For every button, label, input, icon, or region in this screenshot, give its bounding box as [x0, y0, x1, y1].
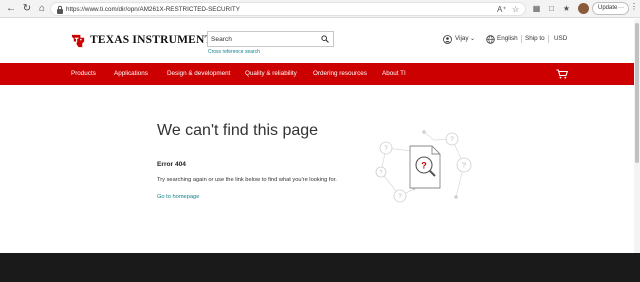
- profile-avatar[interactable]: [578, 3, 589, 14]
- update-label: Update: [598, 5, 618, 11]
- language-selector[interactable]: English: [497, 34, 518, 44]
- cross-reference-link[interactable]: Cross reference search: [208, 49, 260, 55]
- question-mark: ?: [421, 160, 427, 170]
- search-icon[interactable]: [321, 35, 329, 43]
- site-header: Texas Instruments Cross reference search…: [0, 19, 640, 63]
- sidebar-icon[interactable]: □: [546, 3, 557, 14]
- browser-toolbar: ← ↻ ⌂ https://www.ti.com/dir/opn/AM261X-…: [0, 0, 640, 18]
- brand-name: Texas Instruments: [90, 34, 219, 46]
- ti-logo-mark-icon: [71, 34, 85, 47]
- nav-item-quality-reliability[interactable]: Quality & reliability: [245, 63, 297, 85]
- nav-item-design-development[interactable]: Design & development: [167, 63, 230, 85]
- ship-to-selector[interactable]: Ship to: [525, 34, 545, 44]
- url-text[interactable]: https://www.ti.com/dir/opn/AM261X-RESTRI…: [66, 4, 240, 15]
- divider: [548, 35, 549, 43]
- page-not-found-illustration: ? ? ? ? ? ?: [375, 130, 472, 203]
- nav-item-products[interactable]: Products: [71, 63, 96, 85]
- favorites-icon[interactable]: ★: [561, 3, 572, 14]
- cart-icon[interactable]: [556, 69, 568, 79]
- divider: [521, 35, 522, 43]
- nav-item-about-ti[interactable]: About TI: [382, 63, 406, 85]
- favorite-star-icon[interactable]: ☆: [512, 4, 519, 15]
- error-code: Error 404: [157, 161, 186, 168]
- error-message: Try searching again or use the link belo…: [157, 177, 337, 183]
- update-more-icon: ···: [618, 5, 624, 11]
- user-icon[interactable]: [443, 35, 452, 44]
- question-mark: ?: [380, 170, 383, 176]
- extensions-icon[interactable]: ▦: [531, 3, 542, 14]
- read-aloud-icon[interactable]: A⁺: [497, 4, 507, 15]
- nav-item-applications[interactable]: Applications: [114, 63, 148, 85]
- chevron-down-icon[interactable]: ⌄: [470, 34, 475, 44]
- more-icon[interactable]: ⋮: [630, 2, 638, 11]
- globe-icon[interactable]: [486, 35, 495, 44]
- search-box[interactable]: [207, 31, 334, 47]
- nav-item-ordering-resources[interactable]: Ordering resources: [313, 63, 367, 85]
- page-scrollbar[interactable]: [634, 19, 640, 253]
- site-footer: [0, 253, 640, 282]
- question-mark: ?: [462, 163, 466, 170]
- main-content: We can't find this page Error 404 Try se…: [0, 85, 640, 253]
- home-icon[interactable]: ⌂: [35, 2, 49, 16]
- currency-selector[interactable]: USD: [554, 34, 567, 44]
- back-icon[interactable]: ←: [4, 2, 18, 16]
- address-bar[interactable]: https://www.ti.com/dir/opn/AM261X-RESTRI…: [50, 2, 526, 16]
- main-nav: Products Applications Design & developme…: [0, 63, 640, 85]
- lock-icon[interactable]: [56, 5, 64, 14]
- refresh-icon[interactable]: ↻: [20, 2, 34, 16]
- homepage-link[interactable]: Go to homepage: [157, 194, 199, 200]
- update-button[interactable]: Update ···: [592, 2, 629, 15]
- user-name[interactable]: Vijay: [455, 34, 469, 44]
- ti-logo[interactable]: Texas Instruments: [71, 32, 219, 48]
- page-title: We can't find this page: [157, 122, 319, 139]
- search-input[interactable]: [211, 33, 311, 45]
- scrollbar-thumb[interactable]: [635, 23, 639, 163]
